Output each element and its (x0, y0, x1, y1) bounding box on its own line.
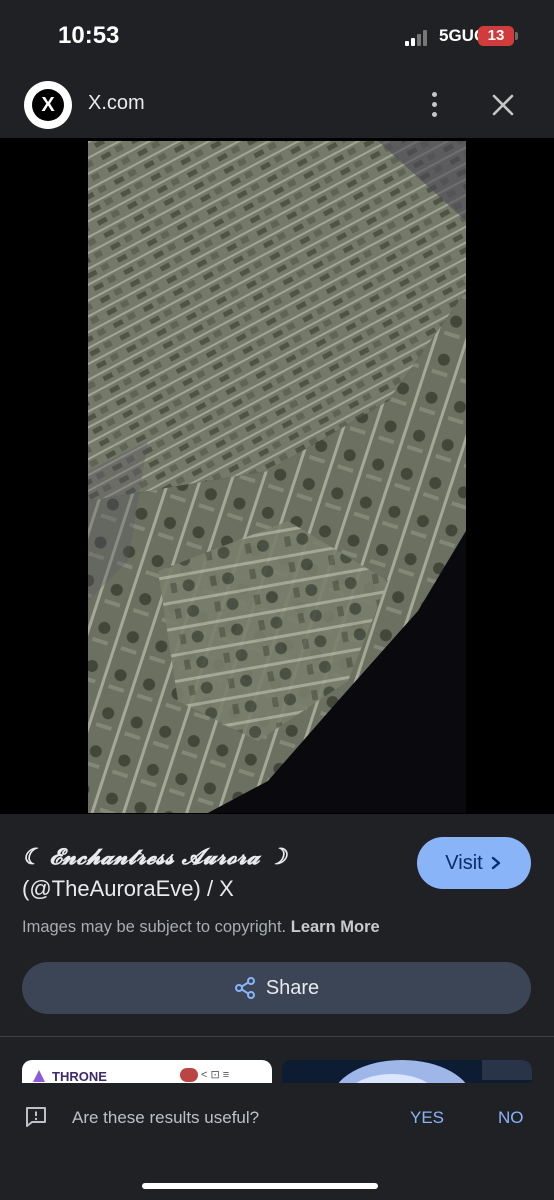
battery-tip (515, 32, 518, 40)
signal-icon (405, 30, 431, 46)
share-icon (234, 977, 255, 999)
thumbnail-brand: THRONE (52, 1069, 107, 1083)
copyright-notice: Images may be subject to copyright. Lear… (22, 918, 380, 937)
more-vert-icon[interactable] (422, 90, 446, 120)
close-icon[interactable] (488, 90, 518, 120)
feedback-icon (26, 1107, 46, 1127)
related-images: THRONE < ⊡ ≡ (0, 1037, 554, 1083)
visit-label: Visit (445, 851, 483, 874)
share-label: Share (265, 976, 320, 999)
related-thumbnail[interactable] (282, 1060, 532, 1083)
site-favicon: X (24, 81, 72, 129)
image-viewer[interactable] (0, 138, 554, 814)
feedback-yes-button[interactable]: YES (410, 1108, 444, 1128)
site-title[interactable]: X.com (88, 92, 145, 115)
thumbnail-toolbar-icons: < ⊡ ≡ (180, 1068, 229, 1083)
feedback-bar: Are these results useful? YES NO (0, 1083, 554, 1153)
result-image[interactable] (88, 141, 466, 813)
copyright-text: Images may be subject to copyright. (22, 918, 287, 936)
status-bar: 10:53 5GUC 13 (0, 0, 554, 72)
feedback-question: Are these results useful? (72, 1108, 260, 1127)
throne-logo-icon (33, 1070, 45, 1082)
x-logo-icon: X (32, 89, 64, 121)
home-indicator[interactable] (142, 1183, 378, 1189)
related-thumbnail[interactable]: THRONE < ⊡ ≡ (22, 1060, 272, 1083)
viewer-header: X X.com (0, 72, 554, 138)
result-subtitle[interactable]: (@TheAuroraEve) / X (22, 876, 234, 902)
visit-button[interactable]: Visit (417, 837, 531, 889)
share-button[interactable]: Share (22, 962, 531, 1014)
status-time: 10:53 (58, 22, 120, 49)
battery-icon: 13 (478, 26, 514, 46)
home-indicator-area (0, 1153, 554, 1200)
chevron-right-icon (491, 856, 500, 870)
result-card: ☾ 𝓔𝓷𝓬𝓱𝓪𝓷𝓽𝓻𝓮𝓼𝓼 𝓐𝓾𝓻𝓸𝓻𝓪 ☽ (@TheAuroraEve) /… (0, 814, 554, 1038)
learn-more-link[interactable]: Learn More (291, 918, 380, 936)
result-title[interactable]: ☾ 𝓔𝓷𝓬𝓱𝓪𝓷𝓽𝓻𝓮𝓼𝓼 𝓐𝓾𝓻𝓸𝓻𝓪 ☽ (22, 844, 287, 870)
feedback-no-button[interactable]: NO (498, 1108, 524, 1128)
